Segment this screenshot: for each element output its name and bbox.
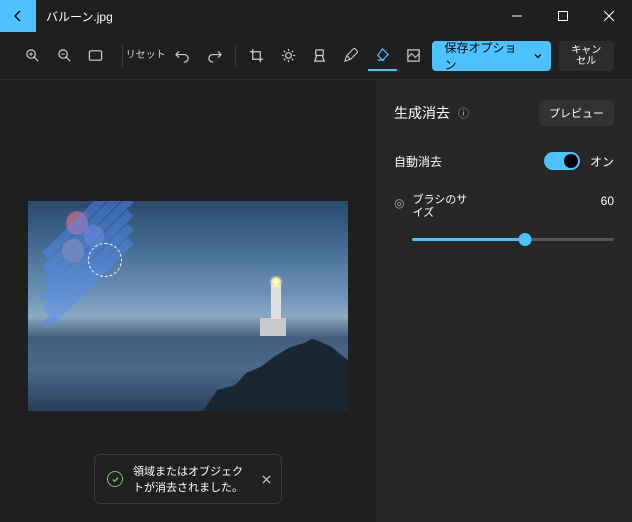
image-rocks xyxy=(203,326,348,411)
toast-message: 領域またはオブジェクトが消去されました。 xyxy=(133,463,246,495)
brush-size-value: 60 xyxy=(601,194,614,208)
window-title: バルーン.jpg xyxy=(36,8,494,25)
success-icon xyxy=(107,471,123,487)
undo-button[interactable] xyxy=(168,41,197,71)
markup-button[interactable] xyxy=(336,41,365,71)
reset-button[interactable]: リセット xyxy=(125,41,166,71)
save-options-label: 保存オプション xyxy=(444,39,526,73)
erase-button[interactable] xyxy=(368,41,397,71)
redo-button[interactable] xyxy=(200,41,229,71)
back-button[interactable] xyxy=(0,0,36,32)
filter-button[interactable] xyxy=(305,41,334,71)
erase-mask xyxy=(48,207,123,287)
window-controls xyxy=(494,0,632,32)
image-canvas[interactable] xyxy=(28,201,348,411)
minimize-button[interactable] xyxy=(494,0,540,32)
brush-size-slider[interactable] xyxy=(412,232,614,246)
image-lighthouse-light xyxy=(269,275,283,289)
save-options-button[interactable]: 保存オプション xyxy=(432,41,550,71)
toast-close-button[interactable] xyxy=(262,475,271,484)
background-button[interactable] xyxy=(399,41,428,71)
auto-erase-state: オン xyxy=(590,153,614,170)
adjust-button[interactable] xyxy=(273,41,302,71)
info-icon[interactable]: ⓘ xyxy=(458,105,469,121)
preview-button[interactable]: プレビュー xyxy=(539,100,614,126)
main-area: 領域またはオブジェクトが消去されました。 生成消去 ⓘ プレビュー 自動消去 オ… xyxy=(0,80,632,522)
image-lighthouse-base xyxy=(260,318,286,336)
cancel-button[interactable]: キャンセル xyxy=(559,41,614,71)
brush-cursor xyxy=(88,243,122,277)
toolbar: リセット 保存オプション キャンセル xyxy=(0,32,632,80)
toast: 領域またはオブジェクトが消去されました。 xyxy=(94,454,282,504)
chevron-down-icon xyxy=(533,51,543,61)
canvas-area: 領域またはオブジェクトが消去されました。 xyxy=(0,80,376,522)
fit-button[interactable] xyxy=(81,41,110,71)
zoom-out-button[interactable] xyxy=(49,41,78,71)
auto-erase-label: 自動消去 xyxy=(394,153,442,170)
image-lighthouse-tower xyxy=(271,285,281,319)
panel-title: 生成消去 xyxy=(394,103,450,123)
close-button[interactable] xyxy=(586,0,632,32)
side-panel: 生成消去 ⓘ プレビュー 自動消去 オン ◎ ブラシのサイズ 60 xyxy=(376,80,632,522)
brush-size-icon: ◎ xyxy=(394,196,404,210)
titlebar: バルーン.jpg xyxy=(0,0,632,32)
auto-erase-toggle[interactable] xyxy=(544,152,580,170)
zoom-in-button[interactable] xyxy=(18,41,47,71)
crop-button[interactable] xyxy=(242,41,271,71)
brush-size-label: ブラシのサイズ xyxy=(412,194,470,220)
maximize-button[interactable] xyxy=(540,0,586,32)
